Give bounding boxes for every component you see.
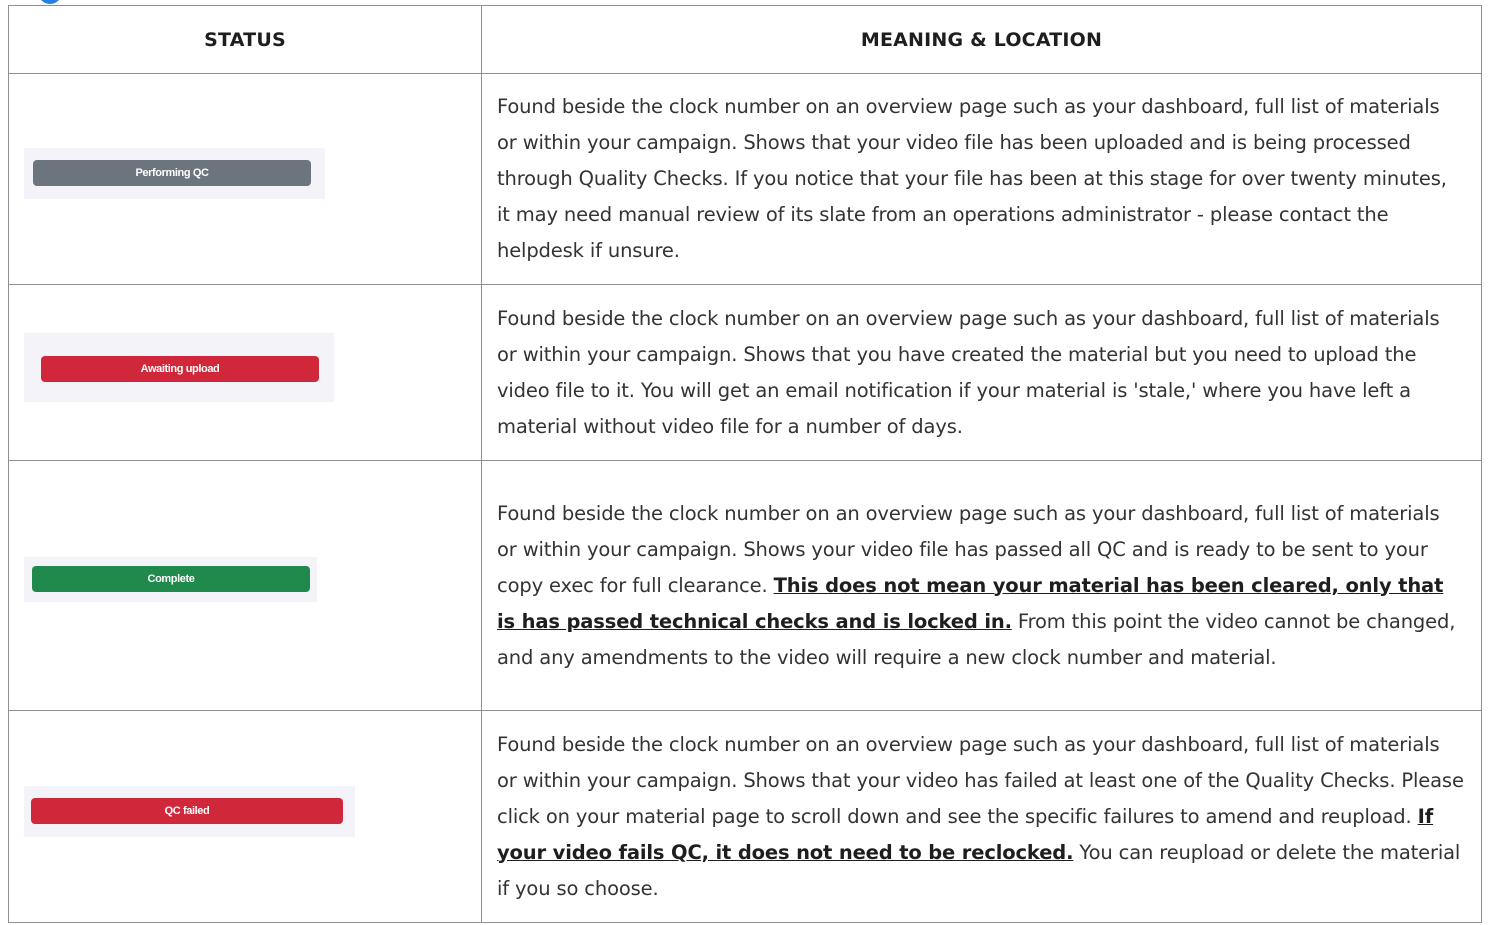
status-table: STATUS MEANING & LOCATION Performing QC … (8, 5, 1482, 923)
status-cell: Complete (8, 460, 482, 711)
meaning-text: Found beside the clock number on an over… (497, 727, 1465, 907)
meaning-column-header: MEANING & LOCATION (481, 5, 1482, 74)
table-row-complete: Complete Found beside the clock number o… (8, 460, 1482, 711)
meaning-text-lead: Found beside the clock number on an over… (497, 732, 1464, 828)
status-badge-performing-qc: Performing QC (33, 160, 311, 186)
meaning-text: Found beside the clock number on an over… (497, 496, 1465, 676)
badge-panel: Performing QC (24, 148, 325, 199)
status-cell: Awaiting upload (8, 284, 482, 461)
meaning-cell: Found beside the clock number on an over… (481, 710, 1482, 923)
status-cell: Performing QC (8, 73, 482, 285)
status-column-header: STATUS (8, 5, 482, 74)
badge-panel: Awaiting upload (24, 333, 334, 402)
meaning-cell: Found beside the clock number on an over… (481, 73, 1482, 285)
status-badge-awaiting-upload: Awaiting upload (41, 356, 319, 382)
status-badge-qc-failed: QC failed (31, 798, 343, 824)
meaning-text: Found beside the clock number on an over… (497, 306, 1440, 438)
status-cell: QC failed (8, 710, 482, 923)
info-circle-icon (38, 0, 62, 4)
status-badge-complete: Complete (32, 566, 310, 592)
meaning-cell: Found beside the clock number on an over… (481, 460, 1482, 711)
table-row-performing-qc: Performing QC Found beside the clock num… (8, 73, 1482, 285)
meaning-text: Found beside the clock number on an over… (497, 95, 1447, 262)
badge-panel: Complete (24, 557, 317, 602)
meaning-cell: Found beside the clock number on an over… (481, 284, 1482, 461)
table-header-row: STATUS MEANING & LOCATION (8, 5, 1482, 74)
table-row-awaiting-upload: Awaiting upload Found beside the clock n… (8, 284, 1482, 461)
badge-panel: QC failed (24, 786, 355, 837)
table-row-qc-failed: QC failed Found beside the clock number … (8, 710, 1482, 923)
